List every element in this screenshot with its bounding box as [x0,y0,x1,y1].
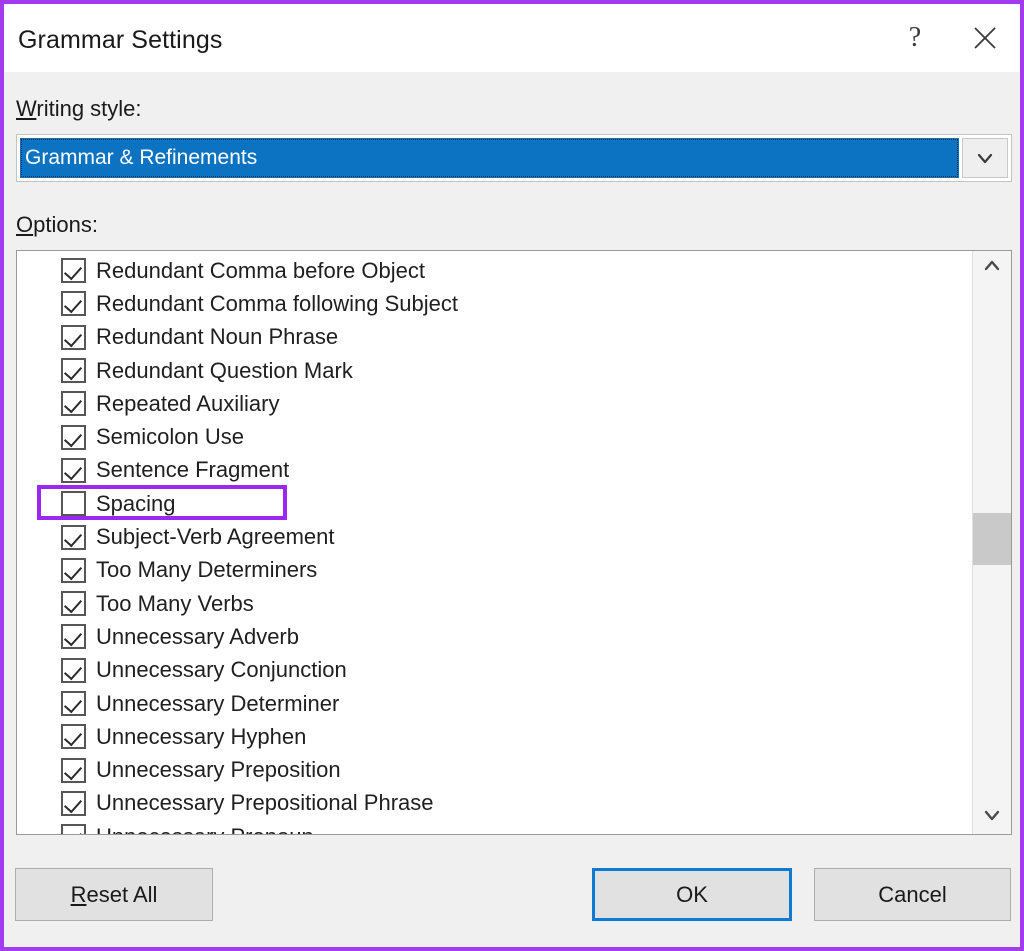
option-row-label: Unnecessary Pronoun [96,825,314,834]
option-row-label: Redundant Question Mark [96,357,353,383]
checkbox-checked-icon[interactable] [61,657,86,683]
checkbox-checked-icon[interactable] [61,757,86,783]
checkbox-checked-icon[interactable] [61,724,86,750]
question-mark-icon: ? [908,22,922,53]
checkbox-checked-icon[interactable] [61,358,86,384]
option-row[interactable]: Too Many Determiners [17,554,972,587]
writing-style-dropdown-button[interactable] [962,138,1008,178]
dialog-titlebar: Grammar Settings ? [4,4,1020,72]
option-row[interactable]: Sentence Fragment [17,454,972,487]
chevron-down-icon [982,805,1002,830]
option-row-label: Repeated Auxiliary [96,390,280,416]
checkbox-checked-icon[interactable] [61,324,86,350]
ok-button-label: OK [676,881,708,907]
option-row[interactable]: Unnecessary Pronoun [17,820,972,834]
writing-style-value-wrap: Grammar & Refinements [17,135,962,181]
option-row[interactable]: Semicolon Use [17,420,972,453]
option-row[interactable]: Unnecessary Hyphen [17,720,972,753]
writing-style-combobox[interactable]: Grammar & Refinements [16,134,1012,182]
checkbox-checked-icon[interactable] [61,391,86,417]
option-row-label: Spacing [96,490,176,516]
checkbox-unchecked-icon[interactable] [61,491,86,517]
options-accelerator: O [16,212,34,237]
option-row-label: Unnecessary Adverb [96,623,299,649]
dialog-title: Grammar Settings [18,26,223,54]
option-row-label: Unnecessary Preposition [96,757,341,783]
dialog-button-bar: Reset All OK Cancel [4,851,1020,947]
option-row-label: Too Many Determiners [96,557,318,583]
titlebar-buttons: ? [880,4,1020,72]
writing-style-label: Writing style: [16,96,142,122]
option-row-label: Redundant Comma before Object [96,257,425,283]
options-list-items: Redundant Comma before Object Redundant C… [17,251,972,834]
checkbox-checked-icon[interactable] [61,258,86,284]
option-row[interactable]: Redundant Comma before Object [17,254,972,287]
checkbox-checked-icon[interactable] [61,624,86,650]
chevron-down-icon [974,147,996,169]
reset-all-label-rest: eset All [86,881,158,907]
scrollbar-thumb[interactable] [973,513,1011,565]
close-icon [970,23,1000,53]
scrollbar-up-button[interactable] [973,251,1011,285]
checkbox-checked-icon[interactable] [61,424,86,450]
option-row-label: Semicolon Use [96,424,244,450]
options-listbox[interactable]: Redundant Comma before Object Redundant C… [16,250,1012,835]
options-scrollbar[interactable] [972,251,1011,834]
option-row[interactable]: Unnecessary Determiner [17,687,972,720]
option-row[interactable]: Spacing [17,487,972,520]
scrollbar-down-button[interactable] [973,800,1011,834]
option-row-label: Redundant Noun Phrase [96,324,339,350]
cancel-button[interactable]: Cancel [814,868,1011,921]
checkbox-checked-icon[interactable] [61,790,86,816]
checkbox-checked-icon[interactable] [61,824,86,834]
option-row[interactable]: Subject-Verb Agreement [17,520,972,553]
option-row-label: Unnecessary Conjunction [96,657,347,683]
options-label-rest: ptions: [33,212,98,237]
option-row-label: Unnecessary Hyphen [96,723,307,749]
ok-button[interactable]: OK [592,868,792,921]
option-row[interactable]: Unnecessary Preposition [17,753,972,786]
checkbox-checked-icon[interactable] [61,291,86,317]
option-row-label: Too Many Verbs [96,590,254,616]
option-row[interactable]: Redundant Question Mark [17,354,972,387]
checkbox-checked-icon[interactable] [61,457,86,483]
writing-style-label-rest: riting style: [36,96,142,121]
reset-all-button[interactable]: Reset All [15,868,213,921]
help-button[interactable]: ? [880,4,950,72]
option-row[interactable]: Unnecessary Conjunction [17,654,972,687]
checkbox-checked-icon[interactable] [61,557,86,583]
option-row-label: Unnecessary Determiner [96,690,340,716]
option-row[interactable]: Unnecessary Prepositional Phrase [17,787,972,820]
writing-style-accelerator: W [16,96,37,121]
checkbox-checked-icon[interactable] [61,524,86,550]
grammar-settings-dialog: Grammar Settings ? Writing style: Gramma… [0,0,1024,951]
option-row-label: Subject-Verb Agreement [96,524,335,550]
checkbox-checked-icon[interactable] [61,591,86,617]
chevron-up-icon [982,256,1002,281]
options-label: Options: [16,212,98,238]
cancel-button-label: Cancel [878,881,947,907]
option-row-label: Redundant Comma following Subject [96,290,458,316]
dialog-content: Writing style: Grammar & Refinements Opt… [4,72,1020,851]
scrollbar-track[interactable] [973,285,1011,800]
checkbox-checked-icon[interactable] [61,691,86,716]
close-button[interactable] [950,4,1020,72]
option-row[interactable]: Redundant Comma following Subject [17,287,972,320]
writing-style-selected-value[interactable]: Grammar & Refinements [20,138,959,178]
option-row[interactable]: Unnecessary Adverb [17,620,972,653]
option-row[interactable]: Too Many Verbs [17,587,972,620]
option-row-label: Sentence Fragment [96,457,290,483]
option-row[interactable]: Repeated Auxiliary [17,387,972,420]
option-row-label: Unnecessary Prepositional Phrase [96,790,434,816]
reset-all-accelerator: R [70,881,87,907]
option-row[interactable]: Redundant Noun Phrase [17,321,972,354]
